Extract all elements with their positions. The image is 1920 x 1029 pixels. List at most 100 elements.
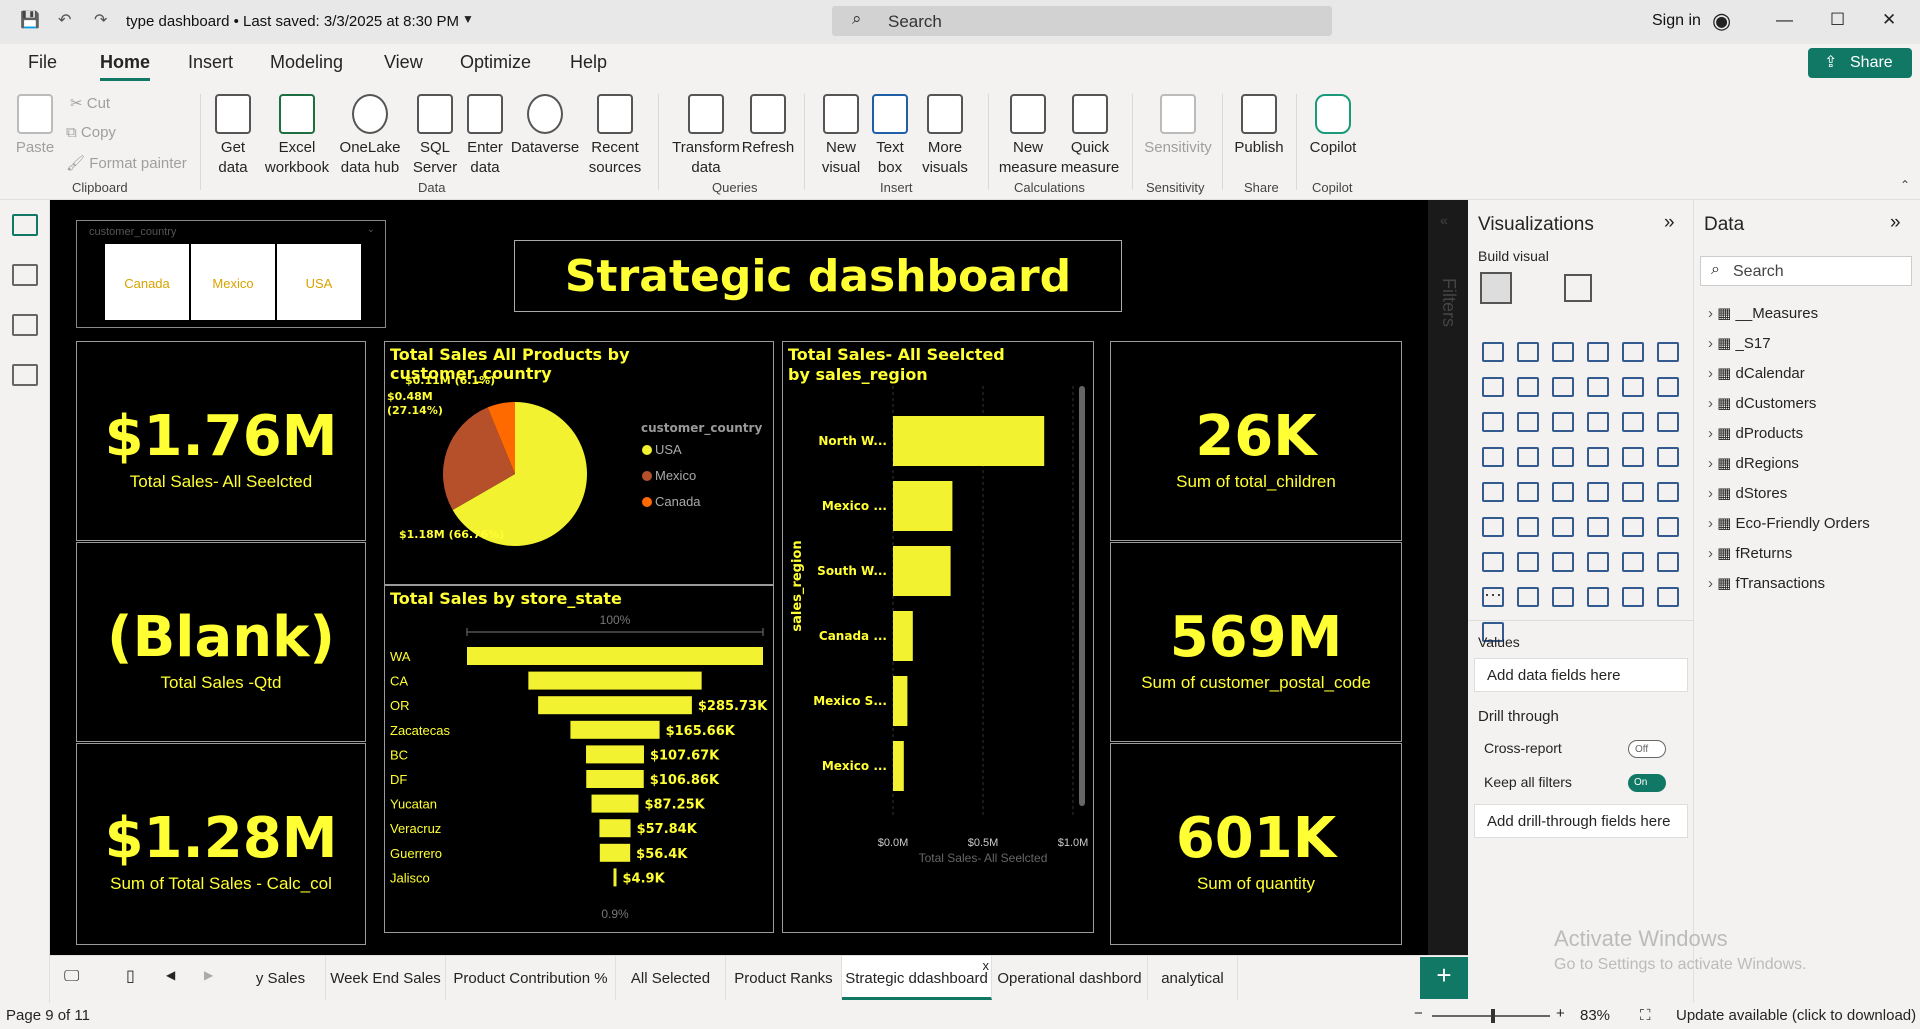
- visual-type-icon[interactable]: [1517, 447, 1539, 467]
- chevron-right-icon[interactable]: ›: [1708, 335, 1713, 352]
- visual-type-icon[interactable]: [1552, 412, 1574, 432]
- format-painter-button[interactable]: 🖌 Format painter: [66, 154, 187, 172]
- sign-in-link[interactable]: Sign in: [1652, 12, 1701, 30]
- dax-query-icon[interactable]: [12, 364, 38, 386]
- visual-type-icon[interactable]: [1622, 447, 1644, 467]
- visual-type-icon[interactable]: [1622, 552, 1644, 572]
- text-box-button[interactable]: Text box: [868, 94, 912, 178]
- model-view-icon[interactable]: [12, 314, 38, 336]
- visual-type-icon[interactable]: [1587, 517, 1609, 537]
- tab-modeling[interactable]: Modeling: [270, 52, 343, 73]
- visual-type-icon[interactable]: [1482, 342, 1504, 362]
- transform-data-button[interactable]: Transform data: [668, 94, 744, 178]
- search-box[interactable]: ⌕ Search: [832, 6, 1332, 36]
- visual-type-icon[interactable]: [1657, 377, 1679, 397]
- visual-type-icon[interactable]: [1587, 342, 1609, 362]
- visual-type-icon[interactable]: [1587, 447, 1609, 467]
- paste-button[interactable]: Paste: [14, 94, 56, 158]
- chevron-down-icon[interactable]: ▼: [462, 12, 474, 26]
- chevron-right-icon[interactable]: ›: [1708, 365, 1713, 382]
- onelake-button[interactable]: OneLake data hub: [334, 94, 406, 178]
- page-tab[interactable]: Operational dashbord: [992, 956, 1148, 1000]
- get-data-button[interactable]: Get data: [208, 94, 258, 178]
- visual-type-icon[interactable]: [1517, 517, 1539, 537]
- copy-button[interactable]: ⧉ Copy: [66, 124, 116, 141]
- visual-type-icon[interactable]: [1587, 377, 1609, 397]
- kpi-card[interactable]: $1.76M Total Sales- All Seelcted: [76, 341, 366, 541]
- data-table-item[interactable]: › ▦ dStores: [1708, 484, 1787, 502]
- visual-type-icon[interactable]: [1622, 377, 1644, 397]
- visual-type-icon[interactable]: [1622, 342, 1644, 362]
- visual-type-icon[interactable]: [1482, 377, 1504, 397]
- visual-type-icon[interactable]: [1517, 342, 1539, 362]
- sensitivity-button[interactable]: Sensitivity: [1140, 94, 1216, 158]
- cross-report-toggle[interactable]: Off: [1628, 740, 1666, 758]
- visual-type-icon[interactable]: [1622, 517, 1644, 537]
- visual-type-icon[interactable]: [1482, 552, 1504, 572]
- zoom-slider-thumb[interactable]: [1490, 1009, 1495, 1023]
- dataverse-button[interactable]: Dataverse: [510, 94, 580, 158]
- data-table-item[interactable]: › ▦ _S17: [1708, 334, 1771, 352]
- tab-optimize[interactable]: Optimize: [460, 52, 531, 73]
- data-table-item[interactable]: › ▦ dCustomers: [1708, 394, 1816, 412]
- data-table-item[interactable]: › ▦ dCalendar: [1708, 364, 1805, 382]
- kpi-card[interactable]: (Blank) Total Sales -Qtd: [76, 542, 366, 742]
- fit-to-page-icon[interactable]: ⛶: [1640, 1007, 1651, 1024]
- add-page-button[interactable]: +: [1420, 957, 1468, 999]
- chevron-right-icon[interactable]: ›: [1708, 575, 1713, 592]
- enter-data-button[interactable]: Enter data: [462, 94, 508, 178]
- visual-type-icon[interactable]: [1622, 482, 1644, 502]
- chevron-right-icon[interactable]: ›: [1708, 425, 1713, 442]
- chevron-right-icon[interactable]: ›: [1708, 455, 1713, 472]
- zoom-in-icon[interactable]: +: [1556, 1005, 1565, 1022]
- visual-type-icon[interactable]: [1657, 552, 1679, 572]
- page-tab[interactable]: Product Contribution %: [446, 956, 616, 1000]
- undo-icon[interactable]: ↶: [58, 10, 71, 30]
- expand-icon[interactable]: «: [1440, 212, 1448, 228]
- country-slicer[interactable]: customer_country ⌄ Canada Mexico USA: [76, 220, 386, 328]
- visual-type-icon[interactable]: [1657, 517, 1679, 537]
- visual-type-icon[interactable]: [1587, 587, 1609, 607]
- page-tab[interactable]: Strategic ddashboard x: [842, 956, 992, 1000]
- kpi-card[interactable]: 26K Sum of total_children: [1110, 341, 1402, 541]
- chevron-right-icon[interactable]: ›: [1708, 485, 1713, 502]
- sql-server-button[interactable]: SQL Server: [410, 94, 460, 178]
- add-data-field[interactable]: Add data fields here: [1474, 658, 1688, 692]
- page-tab[interactable]: Product Ranks: [726, 956, 842, 1000]
- kpi-card[interactable]: 601K Sum of quantity: [1110, 743, 1402, 945]
- data-table-item[interactable]: › ▦ __Measures: [1708, 304, 1818, 322]
- kpi-card[interactable]: 569M Sum of customer_postal_code: [1110, 542, 1402, 742]
- visual-type-icon[interactable]: [1517, 377, 1539, 397]
- save-icon[interactable]: 💾: [20, 10, 40, 30]
- data-table-item[interactable]: › ▦ dRegions: [1708, 454, 1799, 472]
- slicer-option-usa[interactable]: USA: [277, 244, 361, 320]
- visual-type-icon[interactable]: [1552, 377, 1574, 397]
- pie-chart-visual[interactable]: Total Sales All Products by customer_cou…: [384, 341, 774, 585]
- visual-type-icon[interactable]: [1552, 447, 1574, 467]
- visual-type-icon[interactable]: [1587, 412, 1609, 432]
- new-measure-button[interactable]: New measure: [996, 94, 1060, 178]
- chevron-left-icon[interactable]: ◀: [166, 968, 175, 982]
- visual-type-icon[interactable]: [1552, 552, 1574, 572]
- redo-icon[interactable]: ↷: [94, 10, 107, 30]
- visual-type-icon[interactable]: [1622, 587, 1644, 607]
- visual-type-icon[interactable]: [1517, 482, 1539, 502]
- report-view-icon[interactable]: [12, 214, 38, 236]
- visual-type-icon[interactable]: [1587, 482, 1609, 502]
- document-title[interactable]: type dashboard • Last saved: 3/3/2025 at…: [126, 13, 459, 30]
- copilot-button[interactable]: Copilot: [1304, 94, 1362, 158]
- page-tab[interactable]: Week End Sales: [326, 956, 446, 1000]
- data-table-item[interactable]: › ▦ Eco-Friendly Orders: [1708, 514, 1870, 532]
- account-icon[interactable]: ◉: [1712, 8, 1731, 34]
- slicer-option-canada[interactable]: Canada: [105, 244, 189, 320]
- collapse-pane-icon[interactable]: »: [1664, 212, 1675, 234]
- chevron-right-icon[interactable]: ›: [1708, 515, 1713, 532]
- tab-help[interactable]: Help: [570, 52, 607, 73]
- visual-type-icon[interactable]: [1482, 482, 1504, 502]
- maximize-icon[interactable]: ☐: [1830, 10, 1845, 30]
- page-tab[interactable]: analytical: [1148, 956, 1238, 1000]
- visual-type-icon[interactable]: [1657, 412, 1679, 432]
- add-drill-through-field[interactable]: Add drill-through fields here: [1474, 804, 1688, 838]
- data-table-item[interactable]: › ▦ fTransactions: [1708, 574, 1825, 592]
- data-table-item[interactable]: › ▦ dProducts: [1708, 424, 1803, 442]
